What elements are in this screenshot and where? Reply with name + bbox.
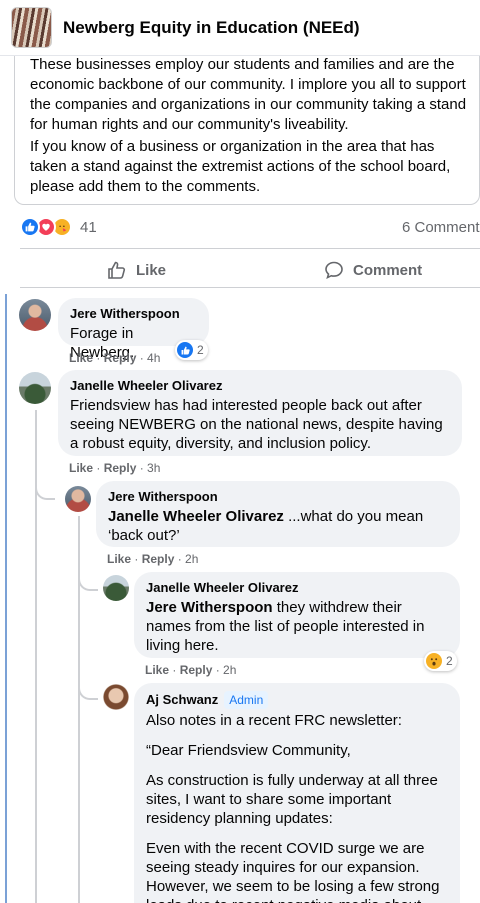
comment-author-row: Aj Schwanz Admin	[146, 691, 448, 709]
reaction-count: 41	[80, 218, 97, 236]
reply-bubble: Jere Witherspoon Janelle Wheeler Olivare…	[96, 481, 460, 547]
comment-button[interactable]: Comment	[324, 253, 422, 287]
comment-text: “Dear Friendsview Community,	[146, 742, 351, 759]
comment-text: Friendsview has had interested people ba…	[70, 397, 443, 452]
comment-time[interactable]: 3h	[147, 461, 160, 475]
group-header: Newberg Equity in Education (NEEd)	[0, 0, 480, 56]
comment-meta: Like · Reply · 4h	[69, 351, 161, 365]
reply-bubble: Janelle Wheeler Olivarez Jere Witherspoo…	[134, 572, 460, 658]
avatar[interactable]	[65, 486, 91, 512]
comment-icon	[325, 261, 343, 279]
like-reaction-icon	[20, 217, 40, 237]
like-button[interactable]: Like	[107, 253, 166, 287]
thread-connector	[78, 682, 98, 700]
comments-count[interactable]: 6 Comments	[402, 219, 480, 236]
comment-author[interactable]: Jere Witherspoon	[108, 489, 448, 505]
comment-label: Comment	[353, 261, 423, 279]
thumbs-up-icon	[108, 261, 126, 279]
like-label: Like	[136, 261, 167, 279]
comment-author[interactable]: Jere Witherspoon	[70, 306, 197, 322]
reply-link[interactable]: Reply	[104, 461, 137, 475]
like-link[interactable]: Like	[69, 351, 93, 365]
avatar[interactable]	[103, 684, 129, 710]
comment-text: Also notes in a recent FRC newsletter:	[146, 712, 402, 729]
post-paragraph: If you know of a business or organizatio…	[30, 138, 451, 195]
reactions-summary[interactable]: 41	[20, 217, 97, 237]
comment-text: As construction is fully underway at all…	[146, 772, 438, 827]
reply-link[interactable]: Reply	[104, 351, 137, 365]
comment-time[interactable]: 4h	[147, 351, 160, 365]
reaction-count: 2	[446, 654, 453, 668]
comment-reactions[interactable]: 2	[175, 340, 208, 360]
comment-meta: Like · Reply · 3h	[69, 461, 161, 475]
reply-link[interactable]: Reply	[180, 663, 213, 677]
thread-connector	[78, 573, 98, 591]
comment-bubble: Jere Witherspoon Forage in Newberg.	[58, 298, 209, 361]
like-link[interactable]: Like	[107, 552, 131, 566]
comment-text: Even with the recent COVID surge we are …	[146, 840, 440, 903]
comment-author[interactable]: Janelle Wheeler Olivarez	[146, 580, 448, 596]
wow-reaction-icon	[426, 653, 442, 669]
post-paragraph: These businesses employ our students and…	[30, 56, 467, 133]
comment-author[interactable]: Janelle Wheeler Olivarez	[70, 378, 450, 394]
thread-connector	[35, 482, 55, 500]
reaction-count: 2	[197, 343, 204, 357]
comment-meta: Like · Reply · 2h	[107, 552, 199, 566]
reply-link[interactable]: Reply	[142, 552, 175, 566]
comment-bubble: Janelle Wheeler Olivarez Friendsview has…	[58, 370, 462, 456]
comment-meta: Like · Reply · 2h	[145, 663, 237, 677]
divider	[20, 248, 480, 249]
avatar[interactable]	[19, 299, 51, 331]
mention-link[interactable]: Janelle Wheeler Olivarez	[108, 508, 284, 525]
focus-indicator	[5, 294, 7, 903]
comment-time[interactable]: 2h	[223, 663, 236, 677]
mention-link[interactable]: Jere Witherspoon	[146, 599, 273, 616]
comment-reactions[interactable]: 2	[424, 651, 457, 671]
admin-badge: Admin	[224, 691, 269, 709]
comment-text: Janelle Wheeler Olivarez ...what do you …	[108, 508, 424, 544]
like-reaction-icon	[177, 342, 193, 358]
group-name[interactable]: Newberg Equity in Education (NEEd)	[63, 18, 360, 38]
comment-time[interactable]: 2h	[185, 552, 198, 566]
comment-author[interactable]: Aj Schwanz	[146, 692, 218, 707]
divider	[20, 287, 480, 288]
like-link[interactable]: Like	[69, 461, 93, 475]
reply-bubble: Aj Schwanz Admin Also notes in a recent F…	[134, 683, 460, 903]
avatar[interactable]	[103, 575, 129, 601]
like-link[interactable]: Like	[145, 663, 169, 677]
comment-text: Jere Witherspoon they withdrew their nam…	[146, 599, 425, 654]
avatar[interactable]	[19, 372, 51, 404]
group-avatar[interactable]	[11, 7, 52, 48]
